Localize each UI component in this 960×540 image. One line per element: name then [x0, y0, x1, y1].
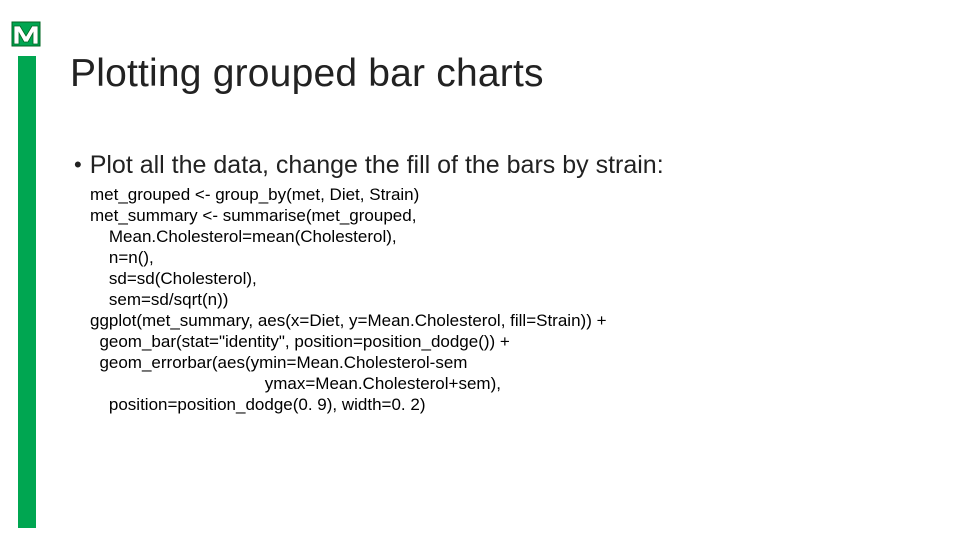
bullet-item: • Plot all the data, change the fill of …: [74, 150, 664, 180]
slide-title: Plotting grouped bar charts: [70, 52, 544, 96]
code-block: met_grouped <- group_by(met, Diet, Strai…: [90, 184, 607, 415]
slide: Plotting grouped bar charts • Plot all t…: [0, 0, 960, 540]
logo-icon: [6, 18, 46, 50]
bullet-text: Plot all the data, change the fill of th…: [90, 150, 664, 180]
bullet-marker: •: [74, 150, 82, 180]
accent-bar: [18, 56, 36, 528]
